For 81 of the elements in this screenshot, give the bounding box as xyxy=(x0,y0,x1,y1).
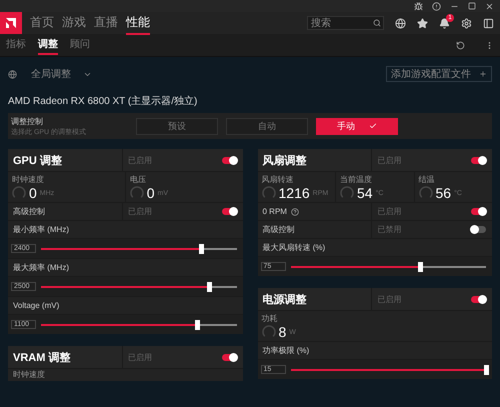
gauge-icon xyxy=(262,186,276,200)
toggle-switch[interactable] xyxy=(222,354,236,360)
settings-icon[interactable] xyxy=(461,18,472,28)
slider-thumb[interactable] xyxy=(418,262,423,272)
slider-thumb[interactable] xyxy=(195,320,200,330)
slider-label: 功率极限 (%) xyxy=(258,342,492,359)
setting-label: 高级控制 xyxy=(13,206,45,217)
globe-icon[interactable] xyxy=(395,18,406,28)
mode-button[interactable]: 预设 xyxy=(136,118,218,134)
sub-tab[interactable]: 顾问 xyxy=(70,35,90,55)
nav-tab[interactable]: 游戏 xyxy=(62,12,86,34)
gpu-name: AMD Radeon RX 6800 XT (主显示器/独立) xyxy=(8,94,198,108)
gauge-icon xyxy=(262,325,276,339)
reading-value: 0 xyxy=(146,185,155,201)
toggle-switch[interactable] xyxy=(471,296,486,302)
bug-icon[interactable] xyxy=(414,2,423,10)
slider-thumb[interactable] xyxy=(207,282,212,292)
logo[interactable] xyxy=(0,12,22,34)
toggle-switch[interactable] xyxy=(222,208,236,215)
slider-label: 最小频率 (MHz) xyxy=(8,221,242,238)
toggle-switch[interactable] xyxy=(471,226,486,233)
reading-value: 56 xyxy=(436,185,452,201)
status-text: 已启用 xyxy=(128,206,152,217)
reading-label: 时钟速度 xyxy=(12,174,45,185)
status-text: 已禁用 xyxy=(377,224,402,235)
reading-value: 1216 xyxy=(278,185,310,201)
slider-label: Voltage (mV) xyxy=(8,297,242,314)
status-text: 已启用 xyxy=(377,294,402,304)
help-icon[interactable] xyxy=(290,208,299,216)
slider-label: 最大频率 (MHz) xyxy=(8,259,242,276)
search-field[interactable]: 搜索 xyxy=(307,16,384,30)
reading-value: 8 xyxy=(278,324,286,340)
slider-thumb[interactable] xyxy=(199,244,204,254)
check-icon xyxy=(369,122,377,130)
slider-label: 最大风扇转速 (%) xyxy=(258,239,492,256)
reading-label: 当前温度 xyxy=(340,174,373,185)
control-title: 调整控制 xyxy=(11,116,44,126)
search-icon xyxy=(373,19,381,27)
panel-title: VRAM 调整 xyxy=(8,346,123,368)
profile-dropdown[interactable]: 全局调整 xyxy=(31,67,92,81)
mode-button[interactable]: 手动 xyxy=(316,118,398,134)
reset-icon[interactable] xyxy=(456,40,465,50)
nav-tab[interactable]: 首页 xyxy=(30,12,54,34)
add-profile-button[interactable]: 添加游戏配置文件 xyxy=(386,66,492,82)
reading-label: 结温 xyxy=(418,174,436,185)
setting-label: 高级控制 xyxy=(262,224,294,235)
toggle-switch[interactable] xyxy=(471,208,486,215)
toggle-switch[interactable] xyxy=(471,156,486,164)
reading-label: 功耗 xyxy=(262,313,278,324)
gauge-icon xyxy=(12,186,26,200)
reading-value: 0 xyxy=(29,185,37,201)
bell-icon[interactable] xyxy=(439,18,450,28)
gauge-icon xyxy=(340,186,354,200)
close-icon[interactable] xyxy=(485,2,494,10)
status-text: 已启用 xyxy=(377,206,402,217)
star-icon[interactable] xyxy=(417,18,428,28)
nav-tab[interactable]: 直播 xyxy=(94,12,118,34)
slider-thumb[interactable] xyxy=(484,364,489,374)
maximize-icon[interactable] xyxy=(468,2,476,10)
reading-label: 电压 xyxy=(130,174,147,185)
status-text: 已启用 xyxy=(377,154,402,166)
info-icon[interactable] xyxy=(432,2,441,10)
globe-icon xyxy=(8,70,17,78)
panel-title: GPU 调整 xyxy=(8,149,123,171)
reading-label: 风扇转速 xyxy=(262,174,294,185)
mode-button[interactable]: 自动 xyxy=(226,118,308,134)
plus-icon xyxy=(479,70,487,78)
panel-title: 风扇调整 xyxy=(258,149,372,171)
setting-label: 0 RPM xyxy=(262,207,287,216)
toggle-switch[interactable] xyxy=(222,156,236,164)
reading-label: 时钟速度 xyxy=(8,369,242,381)
gauge-icon xyxy=(418,186,432,200)
reading-value: 54 xyxy=(357,185,373,201)
status-text: 已启用 xyxy=(128,154,152,166)
gauge-icon xyxy=(130,186,144,200)
logo-icon xyxy=(5,17,17,29)
sub-tab[interactable]: 指标 xyxy=(6,35,26,55)
status-text: 已启用 xyxy=(128,352,152,362)
panel-title: 电源调整 xyxy=(258,288,372,310)
sub-tab[interactable]: 调整 xyxy=(38,35,58,55)
panel-icon[interactable] xyxy=(483,18,494,28)
